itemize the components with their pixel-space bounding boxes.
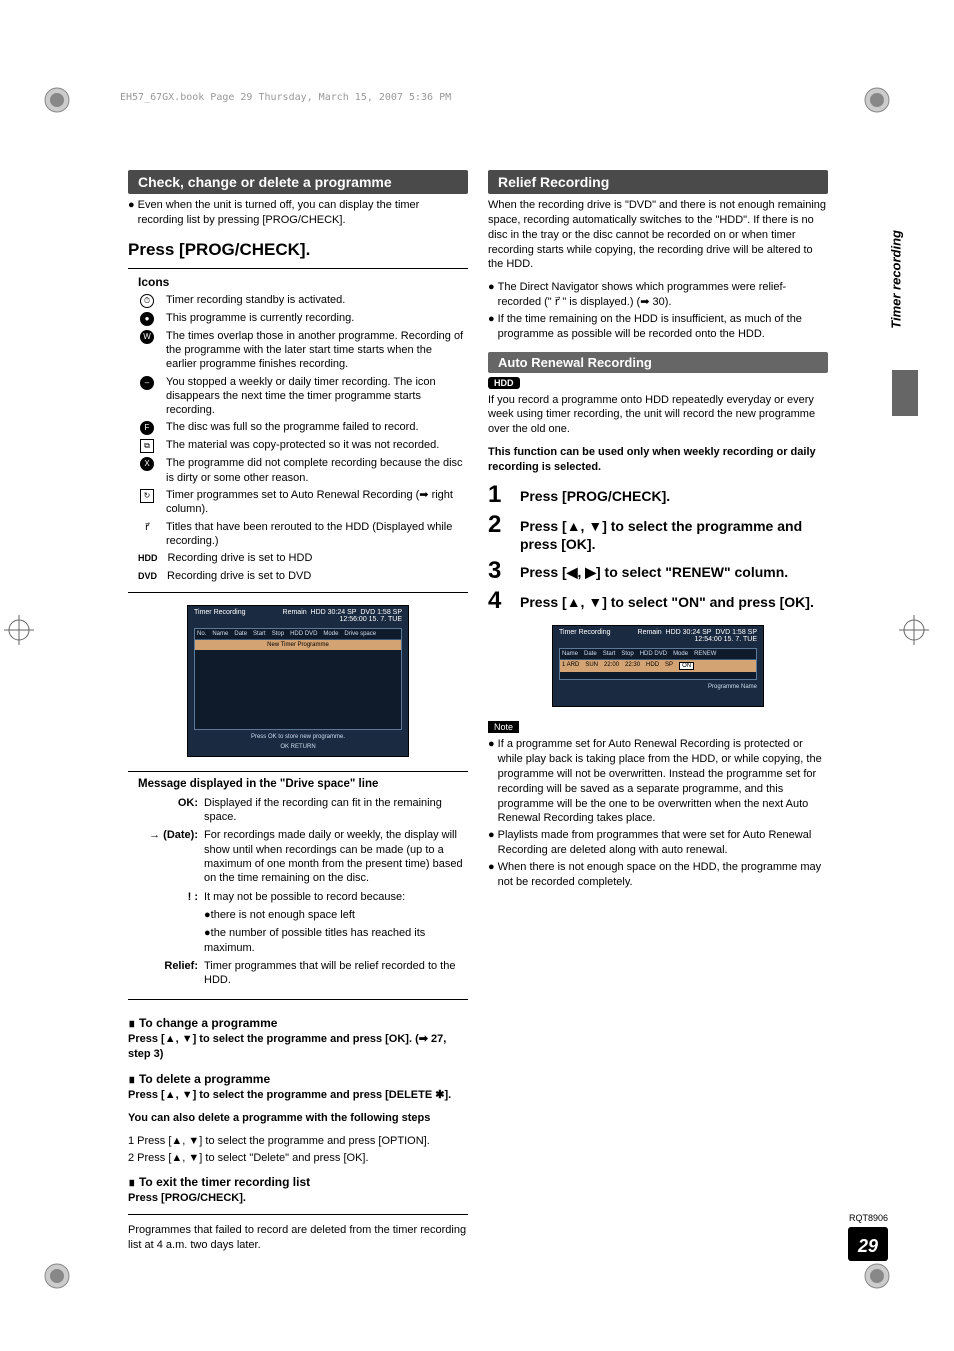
step-text: Press [PROG/CHECK].	[520, 483, 670, 507]
hdd-badge: HDD	[488, 377, 520, 389]
icon-desc: Timer programmes set to Auto Renewal Rec…	[166, 488, 464, 517]
icon-desc: This programme is currently recording.	[166, 311, 354, 326]
right-column: Relief Recording When the recording driv…	[488, 170, 828, 1253]
icons-box: Icons ⏱ Timer recording standby is activa…	[128, 268, 468, 593]
record-icon: ●	[138, 311, 156, 326]
page-number: 29	[848, 1227, 888, 1261]
ui-screenshot: Timer Recording Remain HDD 30:24 SP DVD …	[128, 605, 468, 757]
registration-mark-icon	[899, 615, 929, 645]
clock-icon: ⏱	[138, 293, 156, 308]
step-number: 2	[488, 513, 510, 553]
step-number: 1	[488, 483, 510, 507]
to-exit-heading: To exit the timer recording list	[128, 1175, 468, 1189]
note-badge: Note	[488, 721, 519, 733]
crop-mark-icon	[42, 85, 72, 115]
icon-desc: The times overlap those in another progr…	[166, 329, 464, 372]
intro-text: Even when the unit is turned off, you ca…	[138, 198, 468, 228]
note-1: If a programme set for Auto Renewal Reco…	[498, 737, 828, 826]
note-3: When there is not enough space on the HD…	[498, 860, 828, 890]
side-index-icon	[892, 370, 918, 416]
icon-desc: The programme did not complete recording…	[166, 456, 464, 485]
to-change-heading: To change a programme	[128, 1016, 468, 1030]
icon-desc: Timer recording standby is activated.	[166, 293, 345, 308]
registration-mark-icon	[4, 615, 34, 645]
crop-mark-icon	[862, 85, 892, 115]
print-header: EH57_67GX.book Page 29 Thursday, March 1…	[120, 92, 451, 103]
copy-protect-icon: ⧉	[138, 438, 156, 453]
crop-mark-icon	[42, 1261, 72, 1291]
relief-heading: Relief Recording	[488, 170, 828, 194]
icon-desc: Recording drive is set to DVD	[167, 569, 311, 583]
section-heading: Check, change or delete a programme	[128, 170, 468, 194]
also-step-1: 1 Press [▲, ▼] to select the programme a…	[128, 1134, 468, 1149]
side-tab-label: Timer recording	[889, 230, 904, 329]
to-delete-body: Press [▲, ▼] to select the programme and…	[128, 1088, 468, 1103]
icon-desc: The material was copy-protected so it wa…	[166, 438, 439, 453]
stopped-icon: –	[138, 375, 156, 418]
dvd-label: DVD	[138, 569, 157, 583]
icon-desc: You stopped a weekly or daily timer reco…	[166, 375, 464, 418]
note-2: Playlists made from programmes that were…	[498, 828, 828, 858]
icon-desc: Recording drive is set to HDD	[168, 551, 313, 565]
ui-title: Timer Recording	[194, 609, 245, 623]
icon-desc: Titles that have been rerouted to the HD…	[166, 520, 464, 549]
auto-renewal-heading: Auto Renewal Recording	[488, 352, 828, 373]
step-number: 4	[488, 589, 510, 613]
step-number: 3	[488, 559, 510, 583]
page: EH57_67GX.book Page 29 Thursday, March 1…	[0, 0, 954, 1351]
crop-mark-icon	[862, 1261, 892, 1291]
to-delete-heading: To delete a programme	[128, 1072, 468, 1086]
step-text: Press [◀, ▶] to select "RENEW" column.	[520, 559, 788, 583]
content-columns: Check, change or delete a programme ● Eve…	[128, 170, 828, 1253]
doc-code: RQT8906	[849, 1213, 888, 1223]
relief-bullet-2: If the time remaining on the HDD is insu…	[498, 312, 828, 342]
drive-space-title: Message displayed in the "Drive space" l…	[138, 778, 464, 790]
drive-space-box: Message displayed in the "Drive space" l…	[128, 771, 468, 1001]
relief-intro: When the recording drive is "DVD" and th…	[488, 198, 828, 272]
full-icon: F	[138, 420, 156, 435]
also-step-2: 2 Press [▲, ▼] to select "Delete" and pr…	[128, 1151, 468, 1166]
error-icon: X	[138, 456, 156, 485]
to-change-body: Press [▲, ▼] to select the programme and…	[128, 1032, 468, 1062]
also-heading: You can also delete a programme with the…	[128, 1111, 468, 1126]
relief-bullet-1: The Direct Navigator shows which program…	[498, 280, 828, 310]
ui-screenshot-small: Timer Recording Remain HDD 30:24 SP DVD …	[488, 625, 828, 707]
to-exit-body: Press [PROG/CHECK].	[128, 1191, 468, 1206]
arr-intro: If you record a programme onto HDD repea…	[488, 393, 828, 438]
hdd-label: HDD	[138, 551, 158, 565]
renew-icon: ↻	[138, 488, 156, 517]
step-text: Press [▲, ▼] to select the programme and…	[520, 513, 828, 553]
final-note: Programmes that failed to record are del…	[128, 1223, 468, 1253]
press-heading: Press [PROG/CHECK].	[128, 240, 468, 260]
arr-bold: This function can be used only when week…	[488, 445, 828, 475]
icons-title: Icons	[138, 275, 464, 289]
overlap-icon: W	[138, 329, 156, 372]
relief-icon: r⃗	[138, 520, 156, 549]
left-column: Check, change or delete a programme ● Eve…	[128, 170, 468, 1253]
step-text: Press [▲, ▼] to select "ON" and press [O…	[520, 589, 814, 613]
icon-desc: The disc was full so the programme faile…	[166, 420, 419, 435]
